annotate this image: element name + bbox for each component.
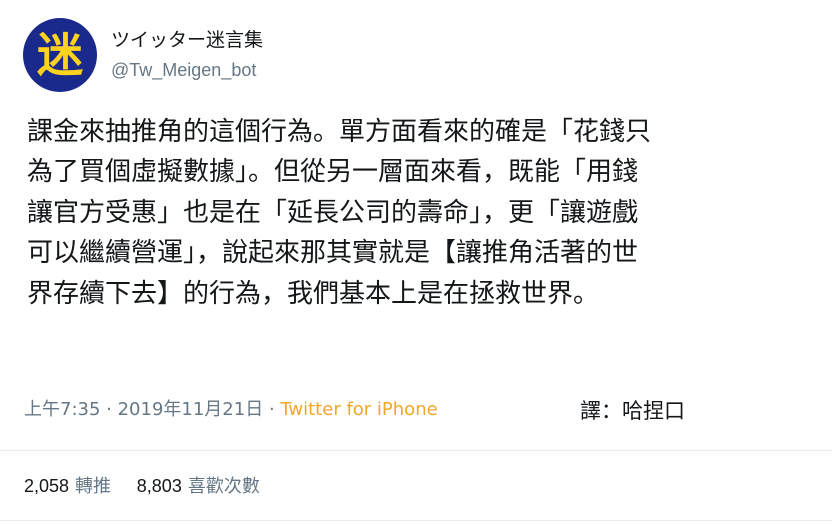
tweet-time[interactable]: 上午7:35 — [24, 399, 100, 420]
retweets-stat[interactable]: 2,058 轉推 — [24, 472, 111, 501]
retweets-count: 2,058 — [24, 476, 70, 496]
tweet-text-line: 讓官方受惠」也是在「延長公司的壽命」，更「讓遊戲 — [27, 197, 639, 228]
tweet-text-line: 可以繼續營運」，說起來那其實就是【讓推角活著的世 — [27, 238, 639, 269]
display-name[interactable]: ツイッター迷言集 — [111, 28, 263, 52]
likes-stat[interactable]: 8,803 喜歡次數 — [137, 472, 260, 501]
meta-separator: · — [263, 399, 281, 420]
tweet-card: 迷 ツイッター迷言集 @Tw_Meigen_bot 課金來抽推角的這個行為。單方… — [0, 0, 832, 524]
engagement-stats: 2,058 轉推 8,803 喜歡次數 — [24, 472, 260, 501]
divider — [0, 450, 832, 451]
likes-label: 喜歡次數 — [187, 476, 260, 497]
tweet-text-line: 為了買個虛擬數據」。但從另一層面來看，既能「用錢 — [27, 157, 639, 188]
tweet-date[interactable]: 2019年11月21日 — [118, 399, 264, 420]
divider — [0, 520, 832, 521]
avatar-glyph: 迷 — [37, 28, 83, 82]
likes-count: 8,803 — [136, 476, 182, 496]
translation-credit: 譯：哈捏口 — [580, 399, 685, 423]
tweet-text-line: 課金來抽推角的這個行為。單方面看來的確是「花錢只 — [27, 117, 652, 147]
tweet-source-link[interactable]: Twitter for iPhone — [280, 399, 437, 420]
avatar[interactable]: 迷 — [23, 18, 97, 92]
user-handle[interactable]: @Tw_Meigen_bot — [111, 59, 256, 81]
tweet-text-line: 界存續下去】的行為，我們基本上是在拯救世界。 — [27, 278, 600, 309]
meta-separator: · — [100, 399, 118, 420]
tweet-metadata: 上午7:35 · 2019年11月21日 · Twitter for iPhon… — [24, 396, 438, 424]
tweet-text: 課金來抽推角的這個行為。單方面看來的確是「花錢只 為了買個虛擬數據」。但從另一層… — [27, 112, 817, 314]
retweets-label: 轉推 — [75, 476, 112, 497]
